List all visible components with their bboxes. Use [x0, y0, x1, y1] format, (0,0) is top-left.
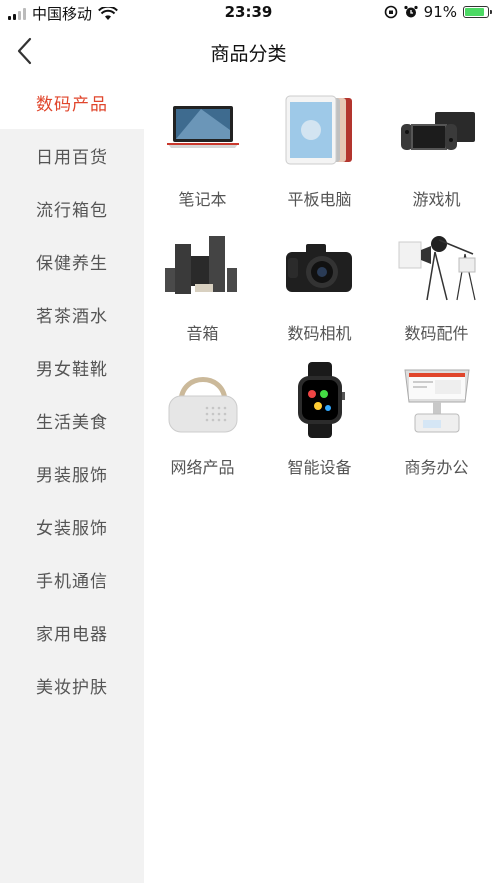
- sidebar-item[interactable]: 数码产品: [0, 76, 144, 129]
- subcategory-item[interactable]: 音箱: [144, 224, 261, 343]
- battery-percent: 91%: [423, 3, 457, 21]
- status-bar: 中国移动 23:39 91%: [0, 0, 497, 26]
- page-title: 商品分类: [210, 43, 287, 65]
- sidebar-item[interactable]: 保健养生: [0, 235, 144, 288]
- subcategory-label: 游戏机: [412, 190, 461, 209]
- subcategory-item[interactable]: 商务办公: [378, 358, 495, 477]
- subcategory-grid: 笔记本 平板电脑 游戏机音箱 数码相机 数码配件网络产品 智能设备 商务办公: [144, 76, 497, 477]
- subcategory-item[interactable]: 智能设备: [261, 358, 378, 477]
- battery-fill: [465, 8, 485, 16]
- status-right: 91%: [384, 3, 492, 21]
- alarm-icon: [404, 5, 418, 18]
- subcategory-label: 平板电脑: [287, 190, 352, 209]
- subcategory-item[interactable]: 游戏机: [378, 90, 495, 209]
- subcategory-item[interactable]: 数码相机: [261, 224, 378, 343]
- orientation-lock-icon: [384, 5, 397, 19]
- subcategory-panel: 笔记本 平板电脑 游戏机音箱 数码相机 数码配件网络产品 智能设备 商务办公: [144, 76, 497, 477]
- subcategory-item[interactable]: 数码配件: [378, 224, 495, 343]
- speaker-icon: [161, 224, 245, 308]
- laptop-icon: [161, 90, 245, 174]
- sidebar-item[interactable]: 日用百货: [0, 129, 144, 182]
- battery-icon: [463, 6, 492, 18]
- nav-bar: 商品分类: [0, 26, 497, 76]
- tablet-icon: [278, 90, 362, 174]
- subcategory-label: 音箱: [186, 324, 219, 343]
- subcategory-label: 商务办公: [404, 458, 469, 477]
- sidebar-item[interactable]: 手机通信: [0, 553, 144, 606]
- sidebar-item[interactable]: 生活美食: [0, 394, 144, 447]
- subcategory-label: 数码配件: [404, 324, 469, 343]
- sidebar-item[interactable]: 茗茶酒水: [0, 288, 144, 341]
- sidebar-item[interactable]: 男装服饰: [0, 447, 144, 500]
- sidebar-item[interactable]: 女装服饰: [0, 500, 144, 553]
- projector-icon: [161, 358, 245, 442]
- category-sidebar: 数码产品 日用百货 流行箱包 保健养生 茗茶酒水 男女鞋靴 生活美食 男装服饰 女装服饰 手机通信…: [0, 76, 144, 883]
- game-console-icon: [395, 90, 479, 174]
- subcategory-item[interactable]: 网络产品: [144, 358, 261, 477]
- smartwatch-icon: [278, 358, 362, 442]
- subcategory-label: 智能设备: [287, 458, 352, 477]
- sidebar-item[interactable]: 家用电器: [0, 606, 144, 659]
- subcategory-item[interactable]: 笔记本: [144, 90, 261, 209]
- sidebar-item[interactable]: 流行箱包: [0, 182, 144, 235]
- subcategory-label: 数码相机: [287, 324, 352, 343]
- camera-icon: [278, 224, 362, 308]
- subcategory-item[interactable]: 平板电脑: [261, 90, 378, 209]
- sidebar-item[interactable]: 美妆护肤: [0, 659, 144, 712]
- studio-light-icon: [395, 224, 479, 308]
- subcategory-label: 笔记本: [178, 190, 227, 209]
- pos-terminal-icon: [395, 358, 479, 442]
- sidebar-item[interactable]: 男女鞋靴: [0, 341, 144, 394]
- subcategory-label: 网络产品: [170, 458, 235, 477]
